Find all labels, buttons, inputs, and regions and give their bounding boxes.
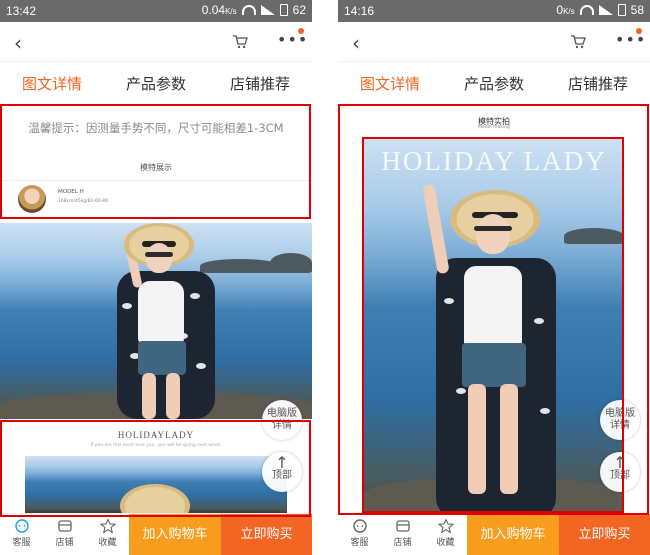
status-bar: 14:16 0K/s 58 (338, 0, 650, 22)
detail-content[interactable]: 温馨提示：因测量手势不同，尺寸可能相差1-3CM 模特展示 MODEL H 16… (0, 106, 312, 513)
add-to-cart-button[interactable]: 加入购物车 (467, 514, 559, 555)
store-icon (57, 520, 72, 532)
top-nav: ‹ ••• (0, 22, 312, 62)
service-button[interactable]: 客服 (338, 514, 381, 555)
bottom-action-bar: 客服 店铺 收藏 加入购物车 立即购买 (0, 513, 312, 555)
chat-icon (14, 519, 29, 533)
tab-product-params[interactable]: 产品参数 (442, 63, 546, 104)
notification-dot (636, 28, 642, 34)
back-to-top-button[interactable]: ↑ 顶部 (262, 452, 302, 492)
battery-icon (279, 4, 288, 16)
promo-photo (25, 456, 287, 513)
phone-screen-left: 13:42 0.04K/s 62 ‹ ••• 图文详情 产品参数 店铺推荐 温馨… (0, 0, 312, 555)
store-button[interactable]: 店铺 (43, 514, 86, 555)
bottom-action-bar: 客服 店铺 收藏 加入购物车 立即购买 (338, 513, 650, 555)
data-rate: 0.04K/s (201, 3, 237, 17)
battery-icon (617, 4, 626, 16)
wifi-icon (579, 5, 594, 15)
service-button[interactable]: 客服 (0, 514, 43, 555)
buy-now-button[interactable]: 立即购买 (221, 514, 312, 555)
more-icon[interactable]: ••• (277, 30, 308, 49)
chat-icon (352, 519, 367, 533)
back-icon[interactable]: ‹ (14, 31, 22, 55)
cart-icon[interactable] (570, 34, 586, 50)
tab-graphic-details[interactable]: 图文详情 (0, 63, 104, 104)
pc-version-button[interactable]: 电脑版 详情 (262, 400, 302, 440)
cart-icon[interactable] (232, 34, 248, 50)
model-avatar (18, 185, 46, 213)
detail-content[interactable]: 模特实拍 Model making HOLIDAY LADY (338, 106, 650, 513)
signal-icon (260, 5, 275, 15)
tab-bar: 图文详情 产品参数 店铺推荐 (338, 63, 650, 105)
size-tip-section: 温馨提示：因测量手势不同，尺寸可能相差1-3CM 模特展示 MODEL H 16… (0, 106, 312, 220)
model-photo (364, 138, 624, 513)
store-icon (395, 520, 410, 532)
model-photo (0, 223, 312, 419)
model-display-label: 模特展示 (140, 163, 172, 172)
favorite-button[interactable]: 收藏 (424, 514, 467, 555)
favorite-button[interactable]: 收藏 (86, 514, 129, 555)
tab-bar: 图文详情 产品参数 店铺推荐 (0, 63, 312, 105)
model-name: MODEL H (58, 189, 84, 195)
size-tip: 温馨提示：因测量手势不同，尺寸可能相差1-3CM (28, 121, 284, 135)
more-icon[interactable]: ••• (615, 30, 646, 49)
status-bar: 13:42 0.04K/s 62 (0, 0, 312, 22)
phone-screen-right: 14:16 0K/s 58 ‹ ••• 图文详情 产品参数 店铺推荐 模特实拍 … (338, 0, 650, 555)
tab-graphic-details[interactable]: 图文详情 (338, 63, 442, 104)
store-button[interactable]: 店铺 (381, 514, 424, 555)
buy-now-button[interactable]: 立即购买 (559, 514, 650, 555)
model-shoot-subtitle: Model making (478, 125, 510, 130)
model-info-row: MODEL H 168cm/45kg/82-60-86 (0, 180, 312, 214)
arrow-up-icon: ↑ (275, 453, 289, 472)
signal-icon (598, 5, 613, 15)
battery-level: 62 (292, 3, 306, 17)
pc-version-button[interactable]: 电脑版 详情 (600, 400, 640, 440)
tab-store-recommend[interactable]: 店铺推荐 (546, 63, 650, 104)
battery-level: 58 (630, 3, 644, 17)
data-rate: 0K/s (556, 3, 575, 17)
arrow-up-icon: ↑ (613, 453, 627, 472)
tab-product-params[interactable]: 产品参数 (104, 63, 208, 104)
status-time: 13:42 (6, 4, 37, 18)
back-to-top-button[interactable]: ↑ 顶部 (600, 452, 640, 492)
model-measurements: 168cm/45kg/82-60-86 (58, 199, 109, 204)
notification-dot (298, 28, 304, 34)
back-icon[interactable]: ‹ (352, 31, 360, 55)
wifi-icon (241, 5, 256, 15)
star-icon (437, 519, 454, 533)
promo-subtitle: If you are this most love you, you will … (90, 443, 222, 448)
holiday-lady-overlay: HOLIDAY LADY (381, 146, 607, 176)
add-to-cart-button[interactable]: 加入购物车 (129, 514, 221, 555)
top-nav: ‹ ••• (338, 22, 650, 62)
star-icon (99, 519, 116, 533)
status-time: 14:16 (344, 4, 375, 18)
tab-store-recommend[interactable]: 店铺推荐 (208, 63, 312, 104)
